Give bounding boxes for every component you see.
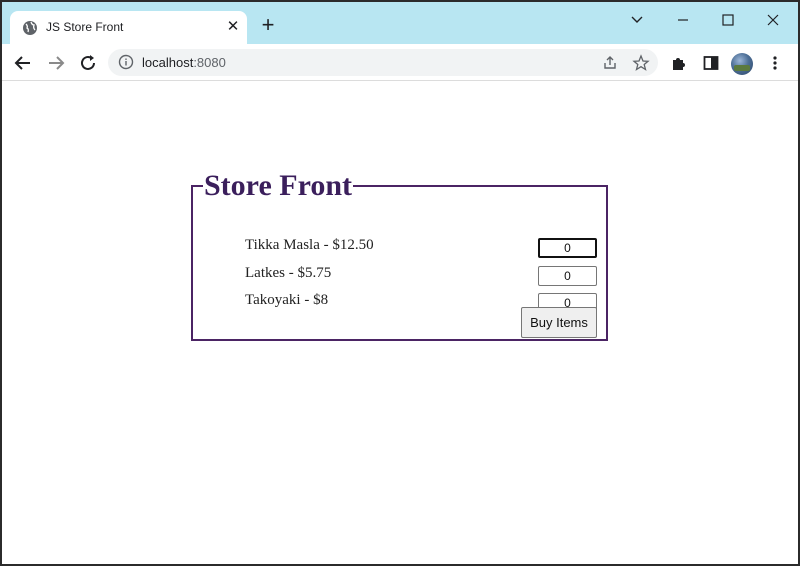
share-icon[interactable] (601, 54, 619, 72)
bookmark-star-icon[interactable] (632, 54, 650, 72)
quantity-input-latkes[interactable] (538, 266, 597, 286)
minimize-icon[interactable] (668, 8, 698, 32)
tab-js-store-front[interactable]: JS Store Front ✕ (10, 11, 247, 44)
page-content: Store Front Tikka Masla - $12.50 Latkes … (2, 82, 798, 564)
buy-items-button[interactable]: Buy Items (521, 307, 597, 338)
forward-arrow-icon[interactable] (45, 52, 67, 74)
reload-icon[interactable] (77, 52, 99, 74)
item-label-tikka-masla: Tikka Masla - $12.50 (245, 237, 374, 253)
tab-title: JS Store Front (46, 20, 124, 34)
kebab-menu-icon[interactable] (766, 54, 784, 72)
side-panel-icon[interactable] (702, 54, 720, 72)
browser-window: JS Store Front ✕ + localhost:8080 Store … (2, 2, 798, 564)
url-text: localhost:8080 (142, 55, 226, 70)
store-front-legend: Store Front (204, 169, 353, 202)
item-label-latkes: Latkes - $5.75 (245, 265, 332, 281)
info-icon[interactable] (118, 54, 134, 70)
url-port: :8080 (193, 55, 226, 70)
tab-strip: JS Store Front ✕ + (2, 2, 798, 44)
maximize-icon[interactable] (713, 8, 743, 32)
globe-icon (23, 21, 37, 35)
extensions-puzzle-icon[interactable] (670, 54, 688, 72)
address-bar[interactable]: localhost:8080 (108, 49, 658, 76)
chevron-down-icon[interactable] (622, 8, 652, 32)
profile-avatar[interactable] (731, 53, 753, 75)
new-tab-button[interactable]: + (257, 14, 279, 37)
tab-close-icon[interactable]: ✕ (224, 17, 242, 37)
back-arrow-icon[interactable] (12, 52, 34, 74)
url-host: localhost (142, 55, 194, 70)
item-label-takoyaki: Takoyaki - $8 (245, 292, 329, 308)
quantity-input-tikka-masla[interactable] (538, 238, 597, 258)
browser-toolbar: localhost:8080 (2, 44, 798, 81)
close-window-icon[interactable] (758, 8, 788, 32)
store-front-fieldset: Store Front Tikka Masla - $12.50 Latkes … (191, 171, 608, 341)
